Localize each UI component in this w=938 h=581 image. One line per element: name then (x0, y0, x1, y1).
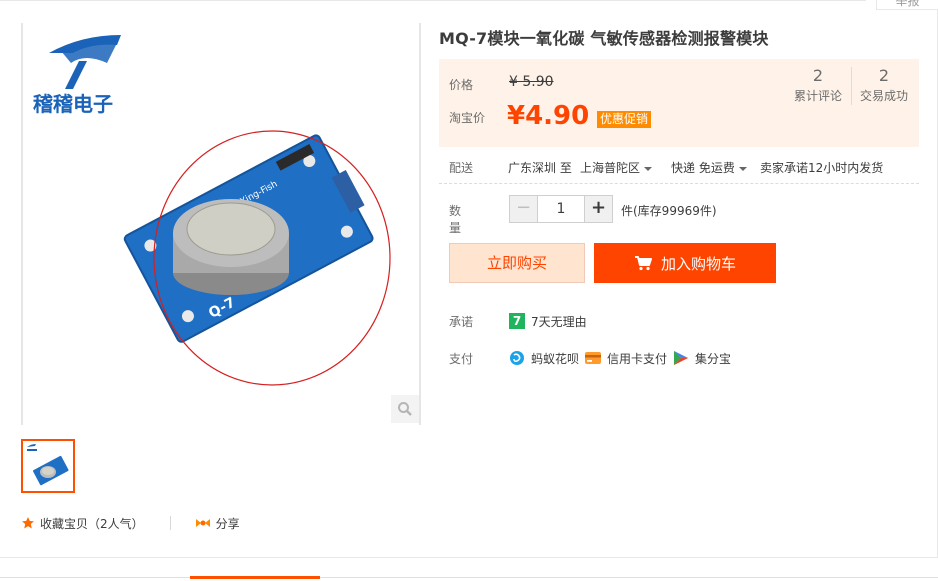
magnifier-icon (398, 402, 412, 416)
zoom-button[interactable] (391, 395, 419, 423)
promo-badge[interactable]: 优惠促销 (597, 111, 652, 128)
review-count-label: 累计评论 (793, 89, 842, 103)
shipping-from: 广东深圳 至 (508, 161, 572, 175)
seven-day-return[interactable]: 7 7天无理由 (509, 313, 587, 330)
image-frame-right (419, 23, 421, 425)
active-tab-indicator (190, 576, 320, 579)
price-box: 价格 ¥ 5.90 淘宝价 ¥4.90 优惠促销 2 累计评论 2 交易成功 (439, 59, 919, 147)
original-price: ¥ 5.90 (509, 74, 554, 90)
buy-now-button[interactable]: 立即购买 (449, 243, 585, 283)
huabei-icon (510, 351, 524, 365)
seven-day-text: 7天无理由 (531, 314, 587, 329)
promo-price: ¥4.90 (507, 101, 590, 131)
shipping-method-value: 快递 免运费 (671, 161, 735, 175)
product-title: MQ-7模块一氧化碳 气敏传感器检测报警模块 (439, 29, 769, 48)
shipping-method-select[interactable]: 快递 免运费 (671, 159, 747, 176)
payment-jifenbao[interactable]: 集分宝 (673, 350, 731, 367)
seven-day-icon: 7 (509, 313, 525, 329)
shipping-row: 配送 广东深圳 至 上海普陀区 快递 免运费 卖家承诺12小时内发货 (439, 154, 919, 184)
add-to-cart-label: 加入购物车 (660, 254, 736, 273)
increase-button[interactable]: + (584, 196, 612, 222)
payment-huabei[interactable]: 蚂蚁花呗 (509, 350, 579, 367)
share-button[interactable]: 分享 (195, 515, 240, 532)
quantity-stepper: − 1 + (509, 195, 613, 223)
destination-select[interactable]: 上海普陀区 (580, 159, 653, 176)
image-frame-left (21, 23, 23, 425)
actions-divider (169, 516, 171, 530)
credit-card-text: 信用卡支付 (607, 351, 668, 366)
delivery-promise: 卖家承诺12小时内发货 (760, 161, 884, 175)
quantity-input[interactable]: 1 (538, 196, 584, 222)
payment-label: 支付 (449, 351, 474, 366)
product-photo: 稽稽电子 Q-7 Xing-Fish (33, 35, 391, 386)
shipping-label: 配送 (449, 161, 474, 175)
promise-label: 承诺 (449, 314, 474, 329)
decrease-button[interactable]: − (510, 196, 538, 222)
sales-count-label: 交易成功 (859, 89, 908, 103)
promo-price-label: 淘宝价 (449, 111, 486, 125)
huabei-text: 蚂蚁花呗 (531, 351, 580, 366)
main-product-image[interactable]: 稽稽电子 Q-7 Xing-Fish (21, 23, 421, 425)
stock-info: 件(库存99969件) (621, 204, 717, 218)
top-divider (0, 0, 866, 1)
add-to-cart-button[interactable]: 加入购物车 (594, 243, 776, 283)
credit-card-icon (585, 352, 602, 364)
tab-bar-divider (0, 577, 938, 578)
payment-row: 支付 蚂蚁花呗 信用卡支付 集分宝 (449, 348, 737, 368)
thumbnail-image (27, 444, 69, 486)
favorite-button[interactable]: 收藏宝贝（2人气） (21, 515, 144, 532)
review-count-stat[interactable]: 2 累计评论 (785, 66, 851, 104)
thumbnail-1[interactable] (21, 439, 75, 493)
jifenbao-icon (674, 351, 689, 365)
cart-icon (634, 256, 652, 271)
price-label: 价格 (449, 78, 474, 92)
promise-row: 承诺 7 7天无理由 (449, 311, 593, 331)
jifenbao-text: 集分宝 (695, 351, 732, 366)
bottom-actions: 收藏宝贝（2人气） 分享 (21, 513, 240, 533)
share-label: 分享 (215, 516, 240, 531)
favorite-label: 收藏宝贝（2人气） (40, 516, 144, 531)
destination-value: 上海普陀区 (580, 161, 641, 175)
star-icon (22, 517, 34, 529)
logo-text: 稽稽电子 (33, 92, 113, 116)
report-link[interactable]: 举报 (876, 0, 938, 10)
payment-credit-card[interactable]: 信用卡支付 (585, 350, 667, 367)
chevron-down-icon (738, 166, 747, 171)
chevron-down-icon (644, 166, 653, 171)
share-icon (195, 519, 210, 527)
sales-count: 2 (878, 66, 890, 85)
sales-count-stat[interactable]: 2 交易成功 (851, 66, 917, 104)
review-count: 2 (812, 66, 824, 85)
quantity-label: 数量 (449, 204, 462, 235)
brand-logo: 稽稽电子 (33, 35, 121, 116)
